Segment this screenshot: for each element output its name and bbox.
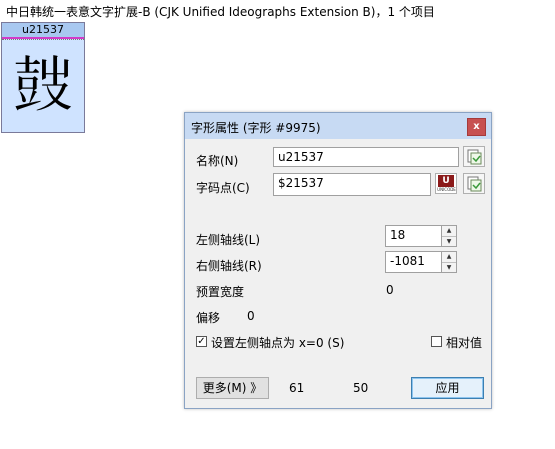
close-icon: x (473, 121, 480, 132)
close-button[interactable]: x (467, 118, 486, 136)
preset-width-label: 预置宽度 (196, 285, 245, 299)
stat-a: 61 (289, 381, 305, 395)
checkmark-icon: ✓ (197, 336, 206, 347)
right-bearing-field[interactable]: -1081 (385, 251, 442, 273)
spin-down-icon[interactable]: ▼ (442, 263, 456, 273)
set-left-checkbox[interactable]: ✓ (196, 336, 207, 347)
dialog-title: 字形属性 (字形 #9975) (191, 121, 321, 135)
dialog-titlebar[interactable]: 字形属性 (字形 #9975) x (185, 113, 491, 139)
offset-value: 0 (247, 309, 255, 323)
glyph-properties-dialog: 字形属性 (字形 #9975) x 名称(N) u21537 字码点(C) $2… (184, 112, 492, 409)
glyph-cell-preview: 𡔷 (2, 39, 84, 132)
offset-label: 偏移 (196, 311, 221, 325)
spin-down-icon[interactable]: ▼ (442, 237, 456, 247)
unicode-icon: U (438, 175, 454, 187)
unicode-button[interactable]: U UNICODE (435, 173, 457, 194)
more-button[interactable]: 更多(M) 》 (196, 377, 269, 399)
spin-up-icon[interactable]: ▲ (442, 226, 456, 237)
codepoint-field[interactable]: $21537 (273, 173, 431, 196)
stat-b: 50 (353, 381, 369, 395)
unicode-icon-caption: UNICODE (437, 187, 456, 192)
codepoint-label: 字码点(C) (196, 181, 250, 195)
relative-checkbox[interactable] (431, 336, 442, 347)
copy-codepoint-button[interactable] (463, 173, 485, 194)
right-bearing-label: 右侧轴线(R) (196, 259, 262, 273)
name-field[interactable]: u21537 (273, 147, 459, 167)
name-label: 名称(N) (196, 154, 239, 168)
paste-icon (467, 149, 482, 165)
left-bearing-field[interactable]: 18 (385, 225, 442, 247)
font-range-header: 中日韩统一表意文字扩展-B (CJK Unified Ideographs Ex… (6, 5, 435, 19)
set-left-label[interactable]: 设置左侧轴点为 x=0 (S) (211, 334, 344, 351)
relative-label[interactable]: 相对值 (446, 334, 482, 351)
copy-name-button[interactable] (463, 146, 485, 167)
paste-icon (467, 176, 482, 192)
glyph-cell[interactable]: u21537 𡔷 (1, 22, 85, 133)
left-bearing-spinner[interactable]: ▲ ▼ (441, 225, 457, 247)
preset-width-value: 0 (386, 283, 394, 297)
spin-up-icon[interactable]: ▲ (442, 252, 456, 263)
left-bearing-label: 左侧轴线(L) (196, 233, 261, 247)
right-bearing-spinner[interactable]: ▲ ▼ (441, 251, 457, 273)
apply-button[interactable]: 应用 (411, 377, 484, 399)
glyph-cell-label: u21537 (2, 23, 84, 39)
